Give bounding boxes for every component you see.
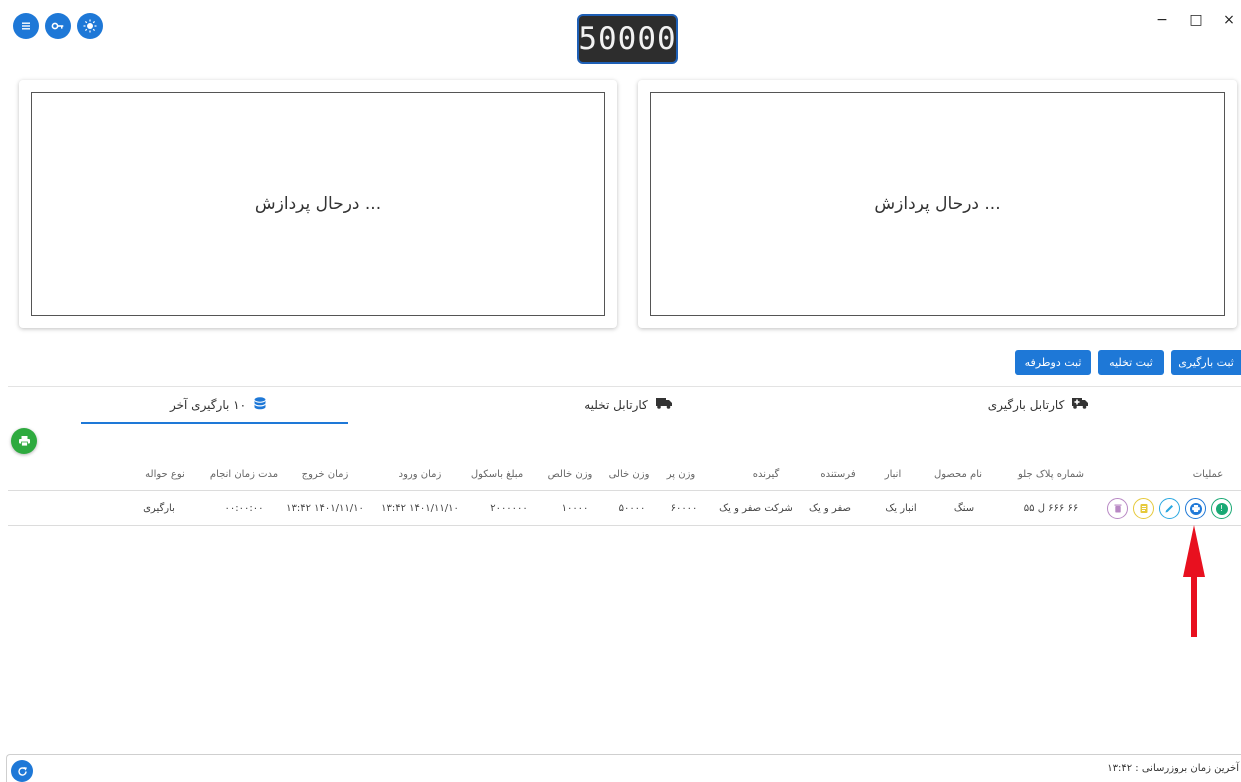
tab-loading-cartable[interactable]: کارتابل بارگیری	[938, 387, 1138, 423]
register-two-way-button[interactable]: ثبت دوطرفه	[1015, 350, 1091, 375]
header-sender: فرستنده	[820, 469, 856, 480]
key-button[interactable]	[45, 13, 71, 39]
camera-status: درحال پردازش ...	[650, 92, 1225, 316]
trash-icon	[1114, 504, 1121, 513]
header-net-weight: وزن خالص	[547, 469, 593, 480]
table-header: عملیات شماره پلاک جلو نام محصول انبار فر…	[8, 457, 1241, 491]
header-plate: شماره پلاک جلو	[1018, 469, 1084, 480]
delete-button[interactable]	[1107, 498, 1128, 519]
tab-last-10-loadings[interactable]: ۱۰ بارگیری آخر	[118, 387, 318, 423]
register-loading-button[interactable]: ثبت بارگیری	[1171, 350, 1241, 375]
printer-icon	[1189, 502, 1202, 515]
header-operations: عملیات	[1192, 469, 1224, 480]
camera-panel-right: درحال پردازش ...	[638, 80, 1237, 328]
cell-plate: ۶۶ ۶۶۶ ل ۵۵	[1023, 503, 1079, 514]
refresh-icon	[17, 766, 27, 776]
cell-warehouse: انبار یک	[885, 503, 917, 514]
printer-icon	[18, 436, 30, 446]
minimize-button[interactable]: −	[1152, 12, 1172, 28]
table-row[interactable]: ! ۶۶ ۶۶۶ ل ۵۵ سنگ انبار یک صفر و یک شرکت…	[8, 491, 1241, 526]
menu-icon	[22, 22, 30, 30]
print-row-button[interactable]	[1185, 498, 1206, 519]
tabs-area: کارتابل بارگیری کارتابل تخلیه ۱۰ بارگیری…	[8, 386, 1241, 754]
camera-panel-left: درحال پردازش ...	[19, 80, 617, 328]
header-receiver: گیرنده	[752, 469, 780, 480]
cell-exit-time: ۱۳:۴۲ ۱۴۰۱/۱۱/۱۰	[286, 503, 364, 514]
tab-label: کارتابل بارگیری	[987, 398, 1065, 412]
refresh-button[interactable]	[11, 760, 33, 782]
header-full-weight: وزن پر	[666, 469, 696, 480]
brightness-icon	[83, 19, 97, 33]
header-type: نوع حواله	[145, 469, 185, 480]
truck-medical-icon	[1072, 397, 1089, 413]
header-scale-fee: مبلغ باسکول	[470, 469, 524, 480]
register-unloading-button[interactable]: ثبت تخلیه	[1098, 350, 1164, 375]
cell-receiver: شرکت صفر و یک	[719, 503, 793, 514]
top-bar: 50000 − □ ×	[0, 0, 1241, 80]
scale-display: 50000	[577, 14, 678, 64]
active-tab-indicator	[81, 422, 348, 424]
red-arrow-annotation	[1183, 525, 1205, 637]
document-icon	[1140, 504, 1147, 513]
cell-net-weight: ۱۰۰۰۰	[561, 503, 589, 514]
header-exit-time: زمان خروج	[301, 469, 349, 480]
info-button[interactable]: !	[1211, 498, 1232, 519]
document-button[interactable]	[1133, 498, 1154, 519]
header-duration: مدت زمان انجام	[209, 469, 279, 480]
cell-product: سنگ	[953, 503, 975, 514]
truck-icon	[655, 397, 672, 413]
tab-unloading-cartable[interactable]: کارتابل تخلیه	[528, 387, 728, 423]
cell-type: بارگیری	[143, 503, 175, 514]
status-bar: آخرین زمان بروزرسانی : ۱۳:۴۲	[6, 754, 1241, 782]
theme-button[interactable]	[77, 13, 103, 39]
maximize-button[interactable]: □	[1186, 12, 1206, 28]
header-warehouse: انبار	[884, 469, 902, 480]
cell-duration: ۰۰:۰۰:۰۰	[224, 503, 264, 514]
tab-label: ۱۰ بارگیری آخر	[169, 398, 247, 412]
database-icon	[254, 396, 266, 414]
cell-sender: صفر و یک	[809, 503, 851, 514]
header-product: نام محصول	[933, 469, 983, 480]
camera-status: درحال پردازش ...	[31, 92, 605, 316]
menu-button[interactable]	[13, 13, 39, 39]
tab-label: کارتابل تخلیه	[584, 398, 648, 412]
cell-entry-time: ۱۳:۴۲ ۱۴۰۱/۱۱/۱۰	[381, 503, 459, 514]
info-icon: !	[1215, 502, 1228, 515]
last-update-text: آخرین زمان بروزرسانی : ۱۳:۴۲	[1107, 763, 1239, 774]
cell-empty-weight: ۵۰۰۰۰	[618, 503, 646, 514]
key-icon	[51, 22, 64, 30]
pencil-icon	[1165, 505, 1173, 513]
close-button[interactable]: ×	[1219, 12, 1239, 28]
cell-scale-fee: ۲۰۰۰۰۰۰	[490, 503, 528, 514]
header-entry-time: زمان ورود	[398, 469, 442, 480]
cell-full-weight: ۶۰۰۰۰	[670, 503, 698, 514]
print-list-button[interactable]	[11, 428, 37, 454]
header-empty-weight: وزن خالی	[608, 469, 650, 480]
edit-button[interactable]	[1159, 498, 1180, 519]
